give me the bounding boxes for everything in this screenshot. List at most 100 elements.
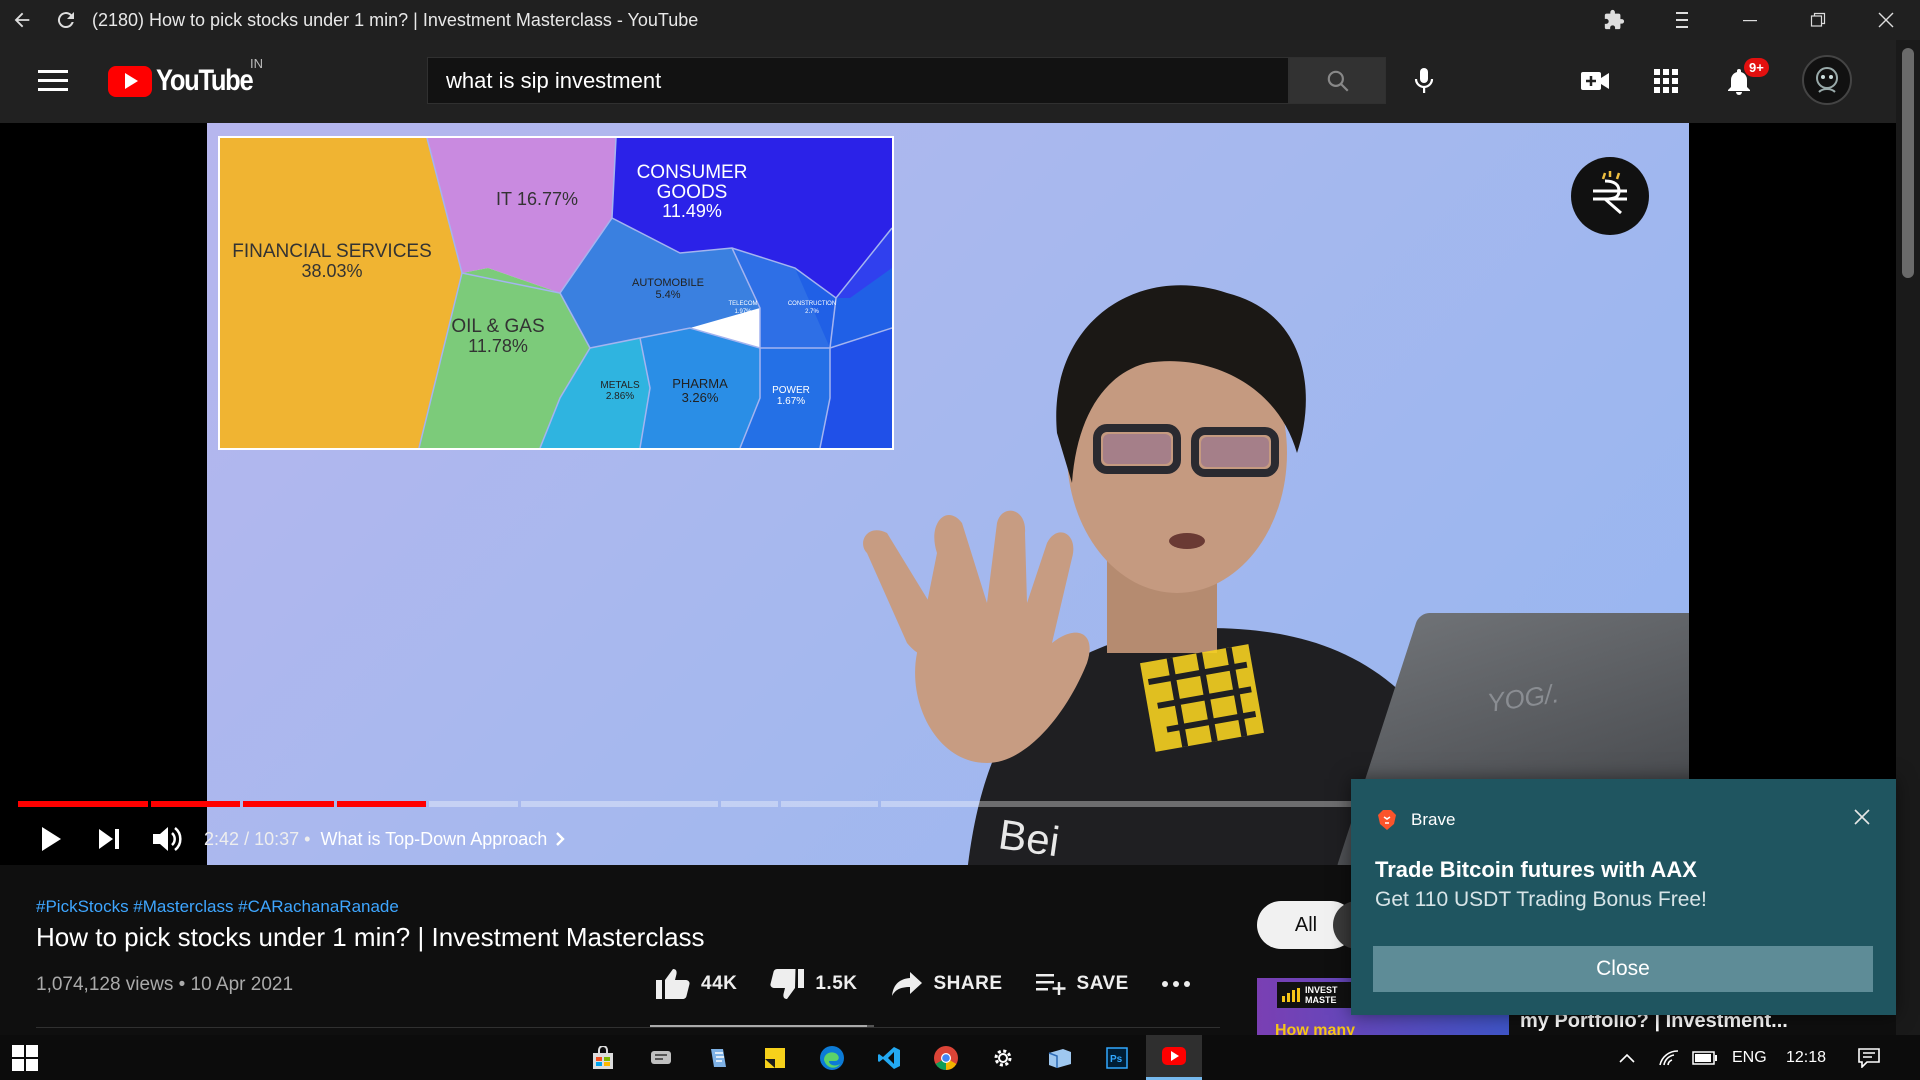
photoshop-icon[interactable]: Ps (1089, 1035, 1145, 1080)
voice-search-mic-icon[interactable] (1405, 62, 1443, 100)
tray-chevron-up-icon[interactable] (1618, 1035, 1636, 1080)
share-arrow-icon (891, 972, 922, 996)
brave-notification[interactable]: Brave Trade Bitcoin futures with AAX Get… (1351, 779, 1896, 1015)
menu-lines-icon[interactable] (1648, 0, 1716, 40)
progress-chapter-segment[interactable] (429, 801, 518, 807)
play-icon[interactable] (22, 813, 80, 865)
logo-wordmark: YouTube (156, 64, 254, 97)
thumbs-down-icon (770, 969, 805, 999)
details-divider (36, 1027, 1220, 1028)
settings-gear-icon[interactable] (975, 1035, 1031, 1080)
chat-app-icon[interactable] (633, 1035, 689, 1080)
reload-icon[interactable] (44, 0, 88, 40)
avatar[interactable] (1802, 55, 1852, 105)
treemap-value-financial: 38.03% (301, 261, 362, 281)
notification-body: Get 110 USDT Trading Bonus Free! (1375, 888, 1707, 911)
notification-close-button[interactable]: Close (1373, 946, 1873, 992)
treemap-value-metals: 2.86% (606, 391, 634, 402)
playlist-add-icon (1035, 974, 1066, 995)
notes-app-icon[interactable] (690, 1035, 746, 1080)
back-arrow-icon[interactable] (0, 0, 44, 40)
sticky-notes-icon[interactable] (747, 1035, 803, 1080)
guide-menu-icon[interactable] (38, 70, 68, 92)
search-input[interactable]: what is sip investment (427, 57, 1289, 104)
treemap-value-pharma: 3.26% (682, 390, 719, 405)
treemap-label-oilgas: OIL & GAS (451, 316, 544, 337)
treemap-label-goods: GOODS (657, 182, 728, 203)
wifi-icon[interactable] (1658, 1035, 1680, 1080)
create-video-icon[interactable] (1576, 62, 1614, 100)
treemap-label-power: POWER (772, 385, 810, 396)
current-time: 2:42 (204, 828, 240, 849)
progress-chapter-segment[interactable] (521, 801, 718, 807)
scrollbar-thumb[interactable] (1902, 48, 1914, 278)
youtube-logo[interactable]: YouTube IN (108, 56, 269, 98)
language-indicator[interactable]: ENG (1732, 1035, 1767, 1080)
vscode-icon[interactable] (861, 1035, 917, 1080)
progress-chapter-segment[interactable] (337, 801, 426, 807)
chapter-bullet: • (304, 828, 311, 849)
search-button[interactable] (1289, 57, 1386, 104)
more-actions-icon[interactable] (1161, 980, 1191, 988)
notification-app: Brave (1377, 809, 1455, 831)
windows-start-icon[interactable] (12, 1045, 38, 1071)
progress-chapter-segment[interactable] (781, 801, 878, 807)
progress-chapter-segment[interactable] (18, 801, 148, 807)
notification-app-name: Brave (1411, 810, 1456, 829)
page-scrollbar[interactable] (1896, 40, 1920, 1040)
like-button[interactable]: 44K (655, 968, 737, 1000)
close-icon[interactable] (1854, 805, 1870, 831)
treemap-label-financial: FINANCIAL SERVICES (232, 241, 432, 262)
video-hashtags[interactable]: #PickStocks #Masterclass #CARachanaRanad… (36, 897, 399, 917)
thumb-bottom-text: How many (1275, 1022, 1356, 1035)
volume-icon[interactable] (138, 813, 196, 865)
player-controls: 2:42 / 10:37 • What is Top-Down Approach (0, 813, 1360, 865)
save-label: SAVE (1076, 973, 1129, 994)
thumbs-up-icon (656, 969, 690, 999)
dislike-button[interactable]: 1.5K (769, 968, 857, 1000)
treemap-value-auto: 5.4% (655, 289, 680, 301)
treemap-value-power: 1.67% (777, 396, 805, 407)
action-center-icon[interactable] (1858, 1035, 1880, 1080)
treemap-label-construction: CONSTRUCTION (788, 301, 836, 307)
notification-title: Trade Bitcoin futures with AAX (1375, 857, 1697, 882)
chapter-title-button[interactable]: What is Top-Down Approach (320, 829, 565, 850)
video-player[interactable]: FINANCIAL SERVICES 38.03% IT 16.77% CONS… (0, 123, 1896, 865)
treemap-label-telecom: TELECOM (728, 301, 757, 307)
clock-time[interactable]: 12:18 (1786, 1035, 1826, 1080)
youtube-taskbar-icon[interactable] (1146, 1035, 1202, 1080)
treemap-label-auto: AUTOMOBILE (632, 277, 704, 289)
svg-text:Ps: Ps (1110, 1054, 1123, 1065)
save-button[interactable]: SAVE (1035, 972, 1129, 996)
treemap-value-telecom: 1.97% (734, 309, 752, 315)
window-titlebar: (2180) How to pick stocks under 1 min? |… (0, 0, 1920, 40)
share-button[interactable]: SHARE (890, 970, 1003, 998)
like-count: 44K (701, 973, 738, 994)
video-frame[interactable]: FINANCIAL SERVICES 38.03% IT 16.77% CONS… (207, 123, 1689, 865)
window-title: (2180) How to pick stocks under 1 min? |… (92, 9, 699, 30)
treemap-label-pharma: PHARMA (672, 376, 728, 391)
minimize-icon[interactable] (1716, 0, 1784, 40)
progress-chapter-segment[interactable] (151, 801, 240, 807)
time-separator: / (244, 828, 250, 849)
edge-browser-icon[interactable] (804, 1035, 860, 1080)
extensions-puzzle-icon[interactable] (1580, 0, 1648, 40)
progress-chapter-segment[interactable] (881, 801, 1358, 807)
video-progress-bar[interactable] (18, 801, 1358, 807)
close-window-icon[interactable] (1852, 0, 1920, 40)
share-label: SHARE (933, 973, 1003, 994)
chrome-icon[interactable] (918, 1035, 974, 1080)
store-bag-icon[interactable] (575, 1035, 631, 1080)
chevron-right-icon (556, 832, 565, 846)
next-video-icon[interactable] (80, 813, 138, 865)
treemap-label-it: IT (496, 189, 512, 209)
progress-chapter-segment[interactable] (721, 801, 778, 807)
progress-chapter-segment[interactable] (243, 801, 334, 807)
file-explorer-icon[interactable] (1032, 1035, 1088, 1080)
restore-icon[interactable] (1784, 0, 1852, 40)
chapter-title: What is Top-Down Approach (320, 828, 548, 849)
treemap-label-metals: METALS (600, 380, 640, 391)
battery-icon[interactable] (1692, 1035, 1718, 1080)
view-count: 1,074,128 views (36, 974, 174, 995)
apps-grid-icon[interactable] (1647, 62, 1685, 100)
